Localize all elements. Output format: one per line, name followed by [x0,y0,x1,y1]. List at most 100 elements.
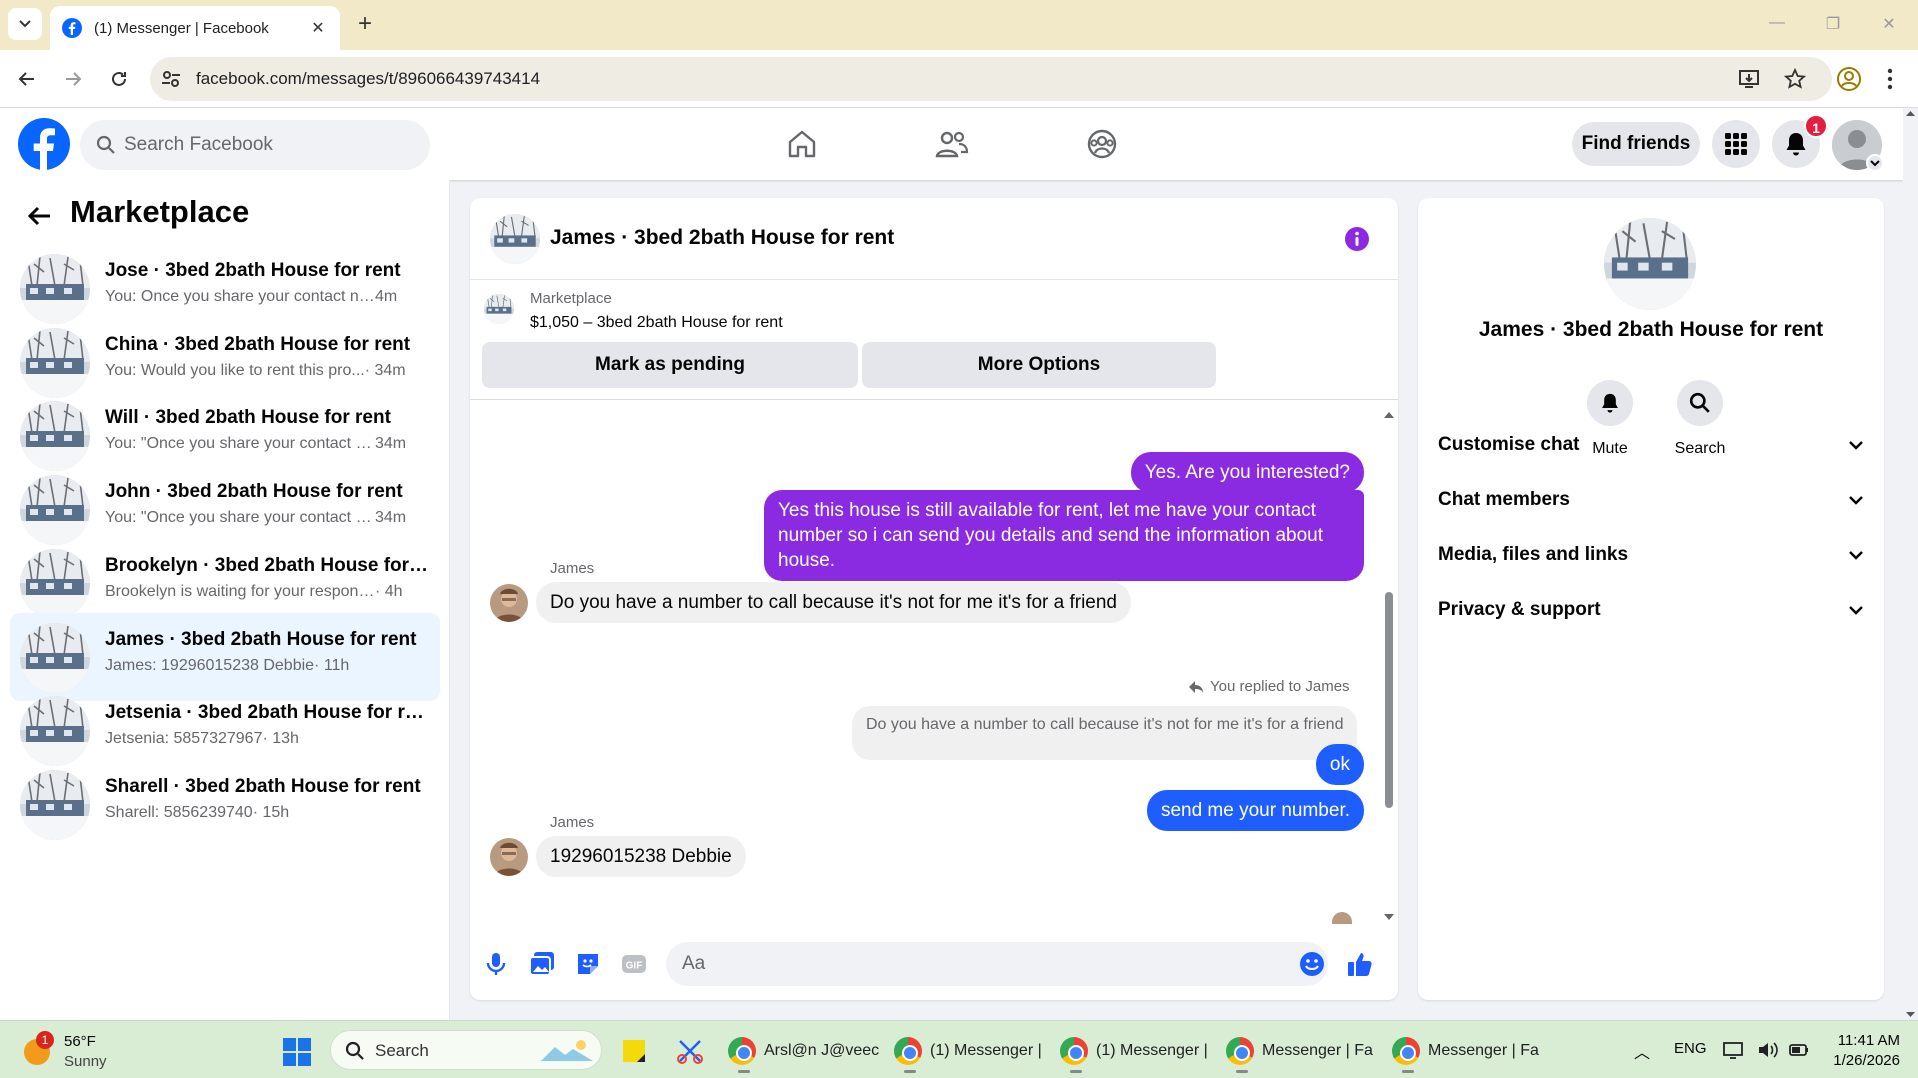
conversation-preview: Sharell: 5856239740 [105,803,253,821]
close-window-button[interactable]: ✕ [1878,14,1900,36]
taskbar-app-chrome[interactable]: (1) Messenger | [1060,1031,1210,1073]
thumbs-up-icon[interactable] [1346,950,1374,978]
notification-badge: 1 [1804,114,1828,138]
conversation-time: · 15h [252,803,290,821]
network-icon[interactable] [1722,1039,1744,1061]
show-hidden-icons[interactable]: ︿ [1634,1039,1650,1063]
bookmark-star-icon[interactable] [1784,68,1806,90]
conversation-name: China · 3bed 2bath House for rent [105,333,411,355]
conversation-subtitle: Brookelyn is waiting for your response. ·… [105,583,435,601]
conversation-item[interactable]: Sharell · 3bed 2bath House for rent Share… [10,760,440,848]
info-section-row[interactable]: Media, files and links [1438,528,1864,582]
reload-button[interactable] [104,64,134,94]
url-text[interactable]: facebook.com/messages/t/896066439743414 [196,69,540,89]
info-section-row[interactable]: Customise chat [1438,418,1864,472]
page-scrollbar[interactable] [1903,108,1918,1020]
taskbar-app-chrome[interactable]: (1) Messenger | [894,1031,1044,1073]
sticker-icon[interactable] [574,950,602,978]
conversation-subtitle: James: 19296015238 Debbie · 11h [105,657,435,675]
nav-groups[interactable] [1080,122,1124,166]
arrow-left-icon[interactable] [26,202,54,230]
chrome-icon [1392,1037,1420,1073]
emoji-icon[interactable] [1298,950,1326,978]
message-incoming[interactable]: Do you have a number to call because it'… [536,582,1131,623]
back-button[interactable] [12,64,42,94]
listing-source: Marketplace [530,290,612,307]
scrollbar-arrows [1906,111,1915,1017]
battery-icon[interactable] [1788,1039,1810,1061]
chrome-icon [894,1037,922,1073]
sidebar-title: Marketplace [70,194,250,229]
weather-badge: 1 [36,1031,54,1049]
conversation-time: · 11h [314,656,350,674]
snipping-tool-icon[interactable] [676,1037,704,1065]
info-thumbnail[interactable] [1604,218,1696,310]
gif-icon[interactable]: GIF [620,950,648,978]
info-section-row[interactable]: Privacy & support [1438,583,1864,637]
account-menu-chevron[interactable] [1866,154,1884,172]
info-section-row[interactable]: Chat members [1438,473,1864,527]
house-thumbnail [20,623,90,693]
mark-as-pending-button[interactable]: Mark as pending [482,342,858,388]
message-outgoing[interactable]: Yes this house is still available for re… [764,490,1364,581]
taskbar-app-chrome[interactable]: Arsl@n J@veec [728,1031,879,1073]
taskbar-search[interactable]: Search [330,1030,602,1070]
new-tab-button[interactable]: + [352,12,378,38]
facebook-logo-icon[interactable] [18,118,70,170]
microphone-icon[interactable] [482,950,510,978]
message-incoming[interactable]: 19296015238 Debbie [536,836,746,877]
menu-button[interactable] [1712,120,1760,168]
message-outgoing[interactable]: Yes. Are you interested? [1130,452,1364,493]
listing-description[interactable]: $1,050 – 3bed 2bath House for rent [530,314,783,332]
chat-title[interactable]: James · 3bed 2bath House for rent [550,226,894,250]
more-options-button[interactable]: More Options [862,342,1216,388]
find-friends-button[interactable]: Find friends [1572,122,1700,166]
volume-icon[interactable] [1756,1039,1778,1061]
tab-list-button[interactable] [8,8,42,40]
browser-menu-icon[interactable] [1880,66,1900,92]
sender-name: James [550,814,595,831]
windows-start-icon[interactable] [282,1037,312,1067]
facebook-search[interactable] [80,120,430,170]
home-icon [788,130,816,158]
message-outgoing[interactable]: send me your number. [1146,790,1364,831]
restore-button[interactable]: ❐ [1822,14,1844,36]
taskbar-app-chrome[interactable]: Messenger | Fa [1226,1031,1376,1073]
address-bar[interactable]: facebook.com/messages/t/896066439743414 [150,57,1832,101]
message-input[interactable] [666,942,1328,986]
taskbar-app-chrome[interactable]: Messenger | Fa [1392,1031,1542,1073]
taskbar-app-label: Messenger | Fa [1428,1042,1539,1059]
quoted-message[interactable]: Do you have a number to call because it'… [852,706,1358,760]
seen-indicator-icon [1332,912,1352,924]
photo-icon[interactable] [528,950,556,978]
minimize-button[interactable]: — [1766,14,1788,36]
house-thumbnail [1604,218,1696,310]
site-info-icon[interactable] [160,68,182,90]
conversation-preview: You: Once you share your contact nu... [105,288,375,305]
install-app-icon[interactable] [1738,68,1760,90]
taskbar: 1 56°F Sunny Search Arsl@n J@veec (1) Mes… [0,1020,1918,1078]
message-outgoing[interactable]: ok [1315,744,1364,785]
profile-icon[interactable] [1836,66,1862,92]
conversation-time: · 34m [364,361,406,379]
close-tab-icon[interactable]: ✕ [308,18,328,38]
weather-widget[interactable]: 1 56°F Sunny [24,1031,114,1071]
browser-tab[interactable]: (1) Messenger | Facebook ✕ [50,6,340,50]
taskbar-app-label: Messenger | Fa [1262,1042,1373,1059]
system-clock[interactable]: 11:41 AM 1/26/2026 [1824,1031,1900,1071]
facebook-header: Find friends 1 [0,108,1903,180]
input-language[interactable]: ENG [1674,1040,1707,1057]
forward-button[interactable] [58,64,88,94]
conversation-thumbnail [20,254,90,324]
chat-scrollbar[interactable] [1382,408,1396,924]
sender-avatar[interactable] [490,584,528,622]
info-icon[interactable] [1344,226,1370,252]
conversation-preview: James: 19296015238 Debbie [105,656,315,674]
facebook-search-input[interactable] [124,120,414,170]
nav-friends[interactable] [930,122,974,166]
sender-avatar[interactable] [490,838,528,876]
chat-thumbnail[interactable] [490,214,540,264]
sticky-notes-icon[interactable] [620,1037,648,1065]
house-thumbnail [20,696,90,766]
nav-home[interactable] [780,122,824,166]
